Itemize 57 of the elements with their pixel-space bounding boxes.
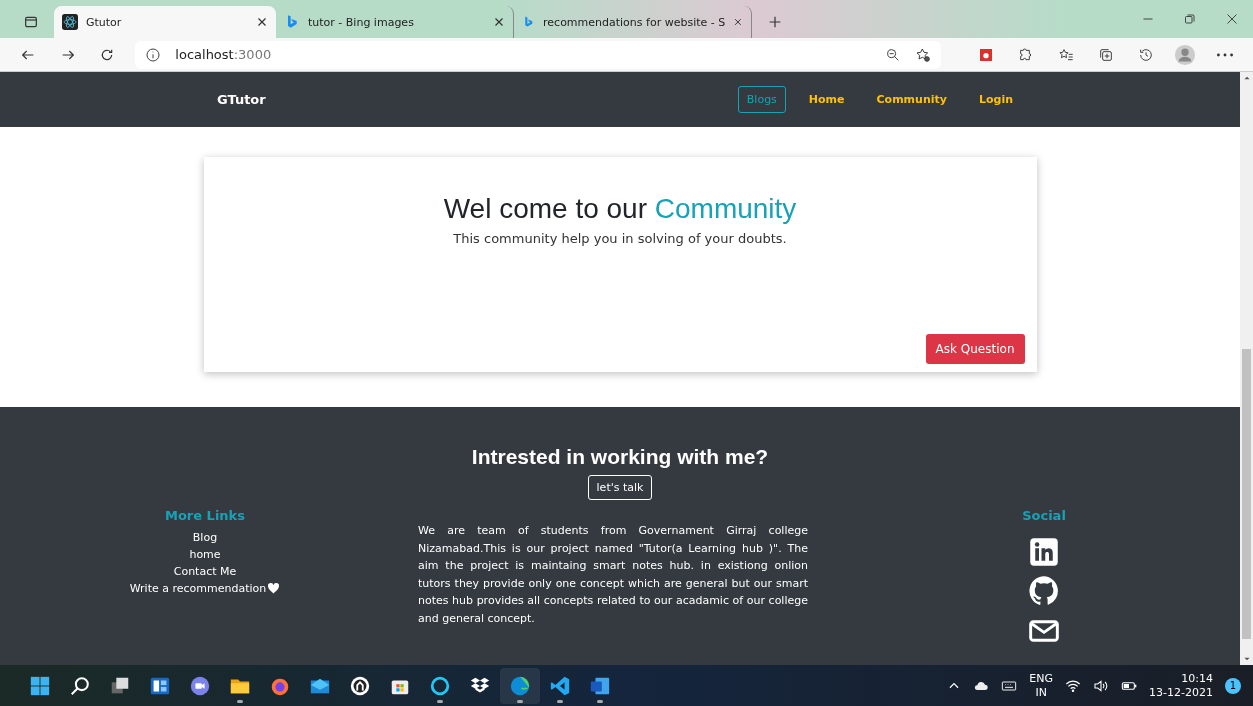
- nav-link[interactable]: Blogs: [737, 86, 786, 113]
- notification-badge[interactable]: 1: [1225, 677, 1241, 694]
- zoom-out-icon: [884, 46, 901, 63]
- edge-logo-icon: [509, 674, 531, 697]
- ring-icon: [429, 674, 451, 697]
- brand-name[interactable]: GTutor: [217, 92, 266, 107]
- footer-link[interactable]: Write a recommendation: [129, 580, 281, 597]
- linkedin-icon: [1029, 537, 1059, 567]
- close-icon: [733, 16, 743, 28]
- history-icon: [1137, 46, 1154, 63]
- scroll-up-icon: [1242, 74, 1251, 82]
- taskbar-app[interactable]: [500, 667, 540, 704]
- avatar-icon: [1174, 43, 1197, 66]
- tab-actions-icon: [23, 14, 39, 30]
- region-text[interactable]: IN: [1035, 685, 1047, 700]
- footer-link[interactable]: home: [189, 546, 221, 563]
- links-title: More Links: [165, 508, 245, 523]
- address-field[interactable]: localhost:3000: [135, 40, 941, 69]
- nav-link[interactable]: Login: [969, 86, 1022, 113]
- nav-link[interactable]: Home: [799, 86, 854, 113]
- social-title: Social: [1022, 508, 1066, 523]
- ask-question-button[interactable]: Ask Question: [925, 334, 1025, 364]
- close-icon: [1226, 13, 1238, 25]
- scrollbar[interactable]: [1240, 72, 1253, 665]
- code-editor-icon: [549, 674, 571, 697]
- search-icon: [69, 674, 91, 697]
- plus-icon: [767, 14, 783, 30]
- language-text[interactable]: ENG: [1029, 671, 1054, 686]
- info-icon: [145, 46, 162, 63]
- star-plus-icon: [914, 46, 931, 63]
- github-desktop-icon: [349, 674, 371, 697]
- clock-time[interactable]: 10:14: [1181, 671, 1213, 686]
- heart-icon: [267, 582, 281, 595]
- clock-date[interactable]: 13-12-2021: [1149, 685, 1213, 700]
- lets-talk-button[interactable]: let's talk: [587, 475, 653, 500]
- restore-icon: [1184, 13, 1196, 25]
- footer-link[interactable]: Blog: [192, 529, 218, 546]
- more-icon: [1217, 52, 1234, 57]
- close-icon: [256, 16, 268, 28]
- collections-icon: [1097, 46, 1114, 63]
- close-icon: [493, 16, 505, 28]
- browser-tab[interactable]: Gtutor: [54, 6, 276, 38]
- favorites-icon: [1057, 46, 1074, 63]
- subtitle-text: This community help you in solving of your doubts.: [453, 231, 787, 246]
- nav-link[interactable]: Community: [867, 86, 956, 113]
- atom-icon: [62, 14, 78, 30]
- footer-link[interactable]: Contact Me: [173, 563, 237, 580]
- speaker-icon: [1093, 677, 1110, 694]
- footer-heading: Intrested in working with me?: [471, 445, 769, 469]
- github-icon: [1028, 575, 1060, 607]
- scroll-down-icon: [1242, 655, 1251, 663]
- video-chat-icon: [189, 674, 211, 697]
- windows-logo-icon: [29, 674, 51, 697]
- welcome-heading: Wel come to our Community: [443, 193, 797, 225]
- about-paragraph: We are team of students from Governament Girraj college Nizamabad.This is our project named "Tutor(a Learning hub )". The aim the project is maintaing smart notes hub. in existiong onlion tutors they provide only one concept which are general but our smart notes hub provides all concepts related to our acadamic of our college and general concept.: [418, 523, 808, 627]
- extension-icon: [978, 46, 995, 63]
- url-text: localhost:3000: [175, 47, 272, 62]
